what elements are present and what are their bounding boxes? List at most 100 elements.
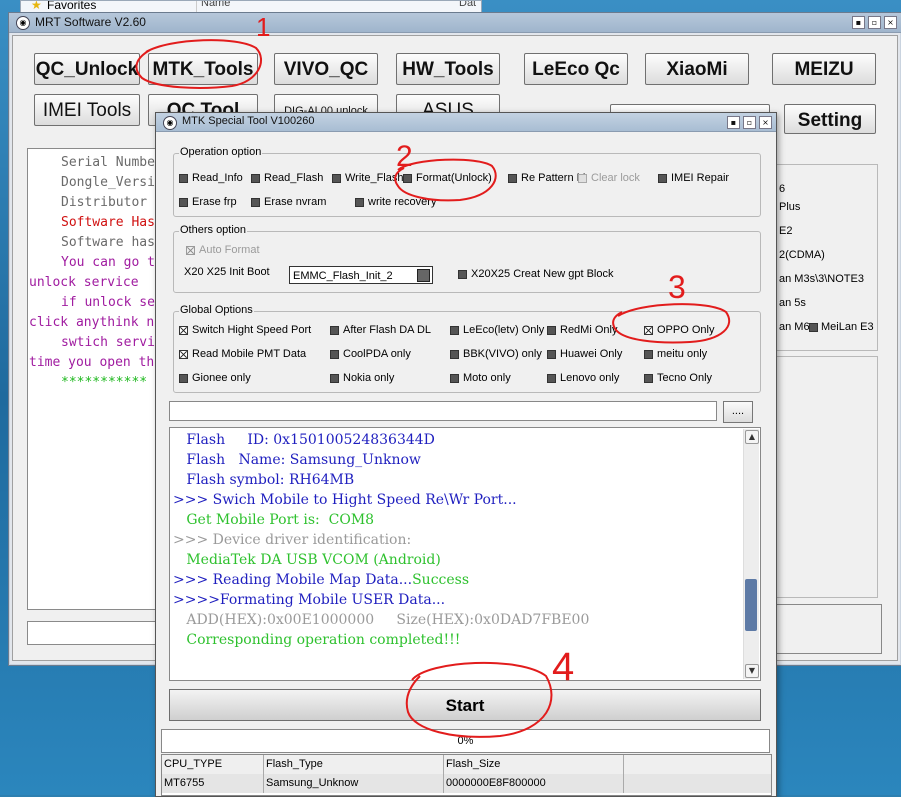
checkbox-box[interactable] — [809, 322, 818, 332]
checkbox-box[interactable] — [403, 173, 412, 183]
checkbox-box[interactable] — [332, 173, 341, 183]
dialog-titlebar[interactable]: ◉ MTK Special Tool V100260 ▪ ▫ × — [156, 113, 776, 132]
checkbox-box[interactable] — [330, 325, 339, 335]
file-path-input[interactable] — [169, 401, 717, 421]
column-header-date[interactable]: Dat — [459, 1, 476, 9]
info-line: Dongle_Versi — [61, 175, 155, 190]
tecno-only-checkbox[interactable]: Tecno Only — [644, 372, 712, 384]
gionee-only-checkbox[interactable]: Gionee only — [179, 372, 251, 384]
scroll-down-icon[interactable]: ▼ — [745, 664, 759, 678]
leeco-only-checkbox[interactable]: LeEco(letv) Only — [450, 324, 544, 336]
mtk-tools-button[interactable]: MTK_Tools — [148, 53, 258, 85]
right-model-panel: 6 Plus E2 2(CDMA) an M3s\3\NOTE3 an 5s a… — [776, 164, 878, 351]
oppo-only-label: OPPO Only — [657, 324, 715, 336]
write-flash-checkbox[interactable]: Write_Flash — [332, 172, 403, 184]
scroll-up-icon[interactable]: ▲ — [745, 430, 759, 444]
checkbox-box[interactable] — [330, 373, 339, 383]
right-lower-panel — [776, 356, 878, 598]
checkbox-box[interactable] — [179, 349, 188, 359]
checkbox-box[interactable] — [644, 325, 653, 335]
imei-tools-button[interactable]: IMEI Tools — [34, 94, 140, 126]
checkbox-box[interactable] — [179, 373, 188, 383]
checkbox-box[interactable] — [450, 373, 459, 383]
clear-lock-checkbox[interactable]: Clear lock — [578, 172, 640, 184]
checkbox-box[interactable] — [547, 373, 556, 383]
oppo-only-checkbox[interactable]: OPPO Only — [644, 324, 714, 336]
checkbox-box[interactable] — [458, 269, 467, 279]
auto-format-checkbox[interactable]: Auto Format — [186, 244, 260, 256]
checkbox-box[interactable] — [450, 325, 459, 335]
format-unlock-checkbox[interactable]: Format(Unlock) — [403, 172, 492, 184]
start-button[interactable]: Start — [169, 689, 761, 721]
table-header-cell: Flash_Type — [264, 755, 444, 774]
erase-nvram-checkbox[interactable]: Erase nvram — [251, 196, 326, 208]
table-row[interactable]: MT6755 Samsung_Unknow 0000000E8F800000 — [162, 774, 771, 793]
log-line: MediaTek DA USB VCOM (Android) — [173, 552, 441, 568]
leeco-qc-button[interactable]: LeEco Qc — [524, 53, 628, 85]
meitu-only-checkbox[interactable]: meitu only — [644, 348, 707, 360]
read-flash-checkbox[interactable]: Read_Flash — [251, 172, 323, 184]
read-flash-label: Read_Flash — [264, 172, 324, 184]
init-boot-select[interactable]: EMMC_Flash_Init_2 — [289, 266, 433, 284]
imei-repair-checkbox[interactable]: IMEI Repair — [658, 172, 729, 184]
erase-frp-checkbox[interactable]: Erase frp — [179, 196, 237, 208]
checkbox-box[interactable] — [508, 173, 517, 183]
coolpda-only-checkbox[interactable]: CoolPDA only — [330, 348, 411, 360]
bbk-only-checkbox[interactable]: BBK(VIVO) only — [450, 348, 542, 360]
checkbox-box[interactable] — [578, 173, 587, 183]
chevron-down-icon[interactable] — [417, 269, 430, 282]
close-icon[interactable]: × — [759, 116, 772, 129]
maximize-icon[interactable]: ▫ — [743, 116, 756, 129]
favorites-link[interactable]: Favorites — [47, 1, 96, 12]
after-flash-da-dl-checkbox[interactable]: After Flash DA DL — [330, 324, 431, 336]
redmi-only-checkbox[interactable]: RedMi Only — [547, 324, 617, 336]
checkbox-box[interactable] — [644, 349, 653, 359]
progress-bar: 0% — [161, 729, 770, 753]
checkbox-box[interactable] — [251, 197, 260, 207]
scroll-thumb[interactable] — [745, 579, 757, 631]
checkbox-box[interactable] — [644, 373, 653, 383]
xiaomi-button[interactable]: XiaoMi — [645, 53, 749, 85]
re-pattern-checkbox[interactable]: Re Pattern M — [508, 172, 586, 184]
nokia-only-checkbox[interactable]: Nokia only — [330, 372, 394, 384]
table-cell: 0000000E8F800000 — [444, 774, 624, 793]
redmi-only-label: RedMi Only — [560, 324, 618, 336]
checkbox-box[interactable] — [330, 349, 339, 359]
switch-high-speed-checkbox[interactable]: Switch Hight Speed Port — [179, 324, 311, 336]
minimize-icon[interactable]: ▪ — [727, 116, 740, 129]
checkbox-box[interactable] — [251, 173, 260, 183]
hw-tools-button[interactable]: HW_Tools — [396, 53, 500, 85]
checkbox-box[interactable] — [179, 197, 188, 207]
init-boot-label: X20 X25 Init Boot — [184, 266, 270, 278]
checkbox-box[interactable] — [547, 349, 556, 359]
log-scrollbar[interactable]: ▲ ▼ — [743, 429, 759, 679]
read-info-checkbox[interactable]: Read_Info — [179, 172, 243, 184]
creat-gpt-checkbox[interactable]: X20X25 Creat New gpt Block — [458, 268, 613, 280]
maximize-icon[interactable]: ▫ — [868, 16, 881, 29]
right-bottom-button[interactable] — [776, 604, 882, 654]
checkbox-box[interactable] — [355, 197, 364, 207]
huawei-only-checkbox[interactable]: Huawei Only — [547, 348, 622, 360]
global-options-label: Global Options — [179, 304, 254, 316]
checkbox-box[interactable] — [547, 325, 556, 335]
checkbox-box[interactable] — [179, 325, 188, 335]
format-unlock-label: Format(Unlock) — [416, 172, 492, 184]
setting-button[interactable]: Setting — [784, 104, 876, 134]
meizu-button[interactable]: MEIZU — [772, 53, 876, 85]
checkbox-box[interactable] — [179, 173, 188, 183]
vivo-qc-button[interactable]: VIVO_QC — [274, 53, 378, 85]
read-mobile-pmt-checkbox[interactable]: Read Mobile PMT Data — [179, 348, 306, 360]
qc-unlock-button[interactable]: QC_Unlock — [34, 53, 140, 85]
write-recovery-checkbox[interactable]: write recovery — [355, 196, 436, 208]
minimize-icon[interactable]: ▪ — [852, 16, 865, 29]
browse-button[interactable]: .... — [723, 401, 753, 423]
main-titlebar[interactable]: ◉ MRT Software V2.60 ▪ ▫ × — [9, 13, 901, 33]
moto-only-checkbox[interactable]: Moto only — [450, 372, 511, 384]
checkbox-box[interactable] — [186, 245, 195, 255]
checkbox-box[interactable] — [450, 349, 459, 359]
close-icon[interactable]: × — [884, 16, 897, 29]
column-header-name[interactable]: Name — [201, 1, 230, 9]
meilan-e3-checkbox[interactable]: MeiLan E3 — [809, 321, 874, 333]
checkbox-box[interactable] — [658, 173, 667, 183]
lenovo-only-checkbox[interactable]: Lenovo only — [547, 372, 619, 384]
